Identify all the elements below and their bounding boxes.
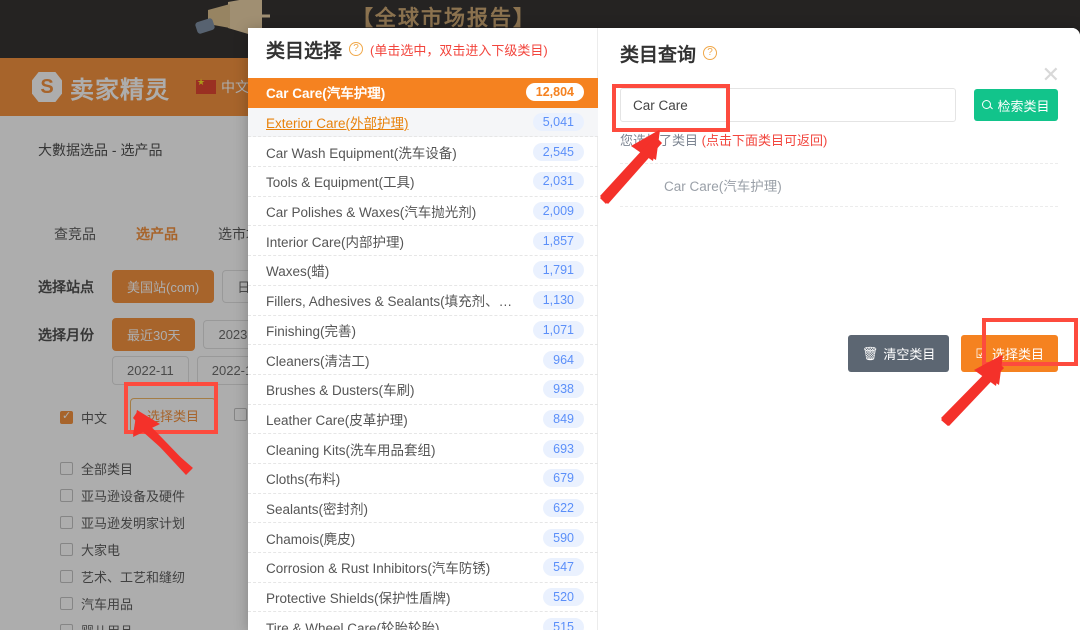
category-count-badge: 1,857: [533, 232, 584, 250]
category-count-badge: 679: [543, 469, 584, 487]
selection-note-prefix: 您选择了类目: [620, 133, 702, 148]
category-count-badge: 515: [543, 618, 584, 630]
category-name: Leather Care(皮革护理): [266, 409, 408, 429]
category-query-pane: 类目查询 ? ✕ 检索类目 您选择了类目 (点击下面类目可返回) Car Car…: [598, 28, 1080, 630]
category-name: Cleaners(清洁工): [266, 350, 370, 370]
category-row[interactable]: Corrosion & Rust Inhibitors(汽车防锈) 547: [248, 553, 598, 583]
category-selector-modal: 类目选择 ? (单击选中，双击进入下级类目) Car Care(汽车护理) 12,…: [248, 28, 1080, 630]
category-count-badge: 1,791: [533, 261, 584, 279]
category-name: Car Care(汽车护理): [266, 82, 385, 102]
list-item[interactable]: Car Care(汽车护理): [620, 163, 1058, 207]
help-icon-query[interactable]: ?: [703, 46, 717, 60]
category-selection-title: 类目选择: [266, 36, 342, 63]
category-search-input[interactable]: [620, 88, 956, 122]
help-icon[interactable]: ?: [349, 42, 363, 56]
checkbox-icon: ☑: [975, 346, 987, 362]
category-query-title: 类目查询: [620, 40, 696, 67]
category-name: Chamois(麂皮): [266, 528, 355, 548]
category-row[interactable]: Car Polishes & Waxes(汽车抛光剂) 2,009: [248, 197, 598, 227]
category-row[interactable]: Brushes & Dusters(车刷) 938: [248, 375, 598, 405]
category-name: Car Polishes & Waxes(汽车抛光剂): [266, 201, 476, 221]
category-name: Tools & Equipment(工具): [266, 171, 415, 191]
category-count-badge: 964: [543, 351, 584, 369]
selection-note: 您选择了类目 (点击下面类目可返回): [598, 122, 1080, 149]
category-count-badge: 938: [543, 380, 584, 398]
category-name: Sealants(密封剂): [266, 498, 368, 518]
clear-button-label: 清空类目: [883, 344, 935, 363]
search-button-label: 检索类目: [997, 96, 1049, 115]
category-selection-hint: (单击选中，双击进入下级类目): [370, 40, 548, 59]
category-name: Cloths(布料): [266, 468, 340, 488]
clear-categories-button[interactable]: 🗑 清空类目: [848, 335, 950, 372]
category-count-badge: 849: [543, 410, 584, 428]
category-list[interactable]: Car Care(汽车护理) 12,804 Exterior Care(外部护理) 5…: [248, 78, 598, 630]
category-name: Corrosion & Rust Inhibitors(汽车防锈): [266, 557, 490, 577]
category-row[interactable]: Chamois(麂皮) 590: [248, 523, 598, 553]
category-row[interactable]: Tools & Equipment(工具) 2,031: [248, 167, 598, 197]
category-count-badge: 2,009: [533, 202, 584, 220]
modal-footer-actions: 🗑 清空类目 ☑ 选择类目: [848, 335, 1058, 372]
category-row[interactable]: Waxes(蜡) 1,791: [248, 256, 598, 286]
category-row[interactable]: Cloths(布料) 679: [248, 464, 598, 494]
category-row[interactable]: Car Care(汽车护理) 12,804: [248, 78, 598, 108]
category-count-badge: 2,545: [533, 143, 584, 161]
category-name: Cleaning Kits(洗车用品套组): [266, 439, 436, 459]
category-count-badge: 590: [543, 529, 584, 547]
category-name: Exterior Care(外部护理): [266, 112, 409, 132]
category-count-badge: 520: [543, 588, 584, 606]
category-name: Brushes & Dusters(车刷): [266, 379, 415, 399]
category-name: Protective Shields(保护性盾牌): [266, 587, 451, 607]
trash-icon: 🗑: [862, 346, 879, 362]
category-row[interactable]: Interior Care(内部护理) 1,857: [248, 226, 598, 256]
category-name: Interior Care(内部护理): [266, 231, 404, 251]
screenshot-root: 【全球市场报告】 S 卖家精灵 中文 ⌄ 首 大數据选品 - 选产品 查竞品 选…: [0, 0, 1080, 630]
confirm-category-button[interactable]: ☑ 选择类目: [961, 335, 1058, 372]
search-row: 检索类目: [598, 78, 1080, 122]
category-query-header: 类目查询 ?: [598, 28, 1080, 78]
category-row[interactable]: Exterior Care(外部护理) 5,041: [248, 108, 598, 138]
category-count-badge: 547: [543, 558, 584, 576]
category-count-badge: 12,804: [526, 83, 584, 101]
category-row[interactable]: Finishing(完善) 1,071: [248, 316, 598, 346]
category-name: Tire & Wheel Care(轮胎轮胎): [266, 617, 440, 630]
category-row[interactable]: Leather Care(皮革护理) 849: [248, 405, 598, 435]
category-row[interactable]: Car Wash Equipment(洗车设备) 2,545: [248, 137, 598, 167]
category-row[interactable]: Tire & Wheel Care(轮胎轮胎) 515: [248, 612, 598, 630]
search-icon: [982, 100, 993, 111]
selection-note-hint: (点击下面类目可返回): [702, 133, 828, 148]
category-name: Waxes(蜡): [266, 260, 329, 280]
category-row[interactable]: Cleaning Kits(洗车用品套组) 693: [248, 434, 598, 464]
category-count-badge: 2,031: [533, 172, 584, 190]
category-count-badge: 1,130: [533, 291, 584, 309]
category-count-badge: 693: [543, 440, 584, 458]
category-row[interactable]: Sealants(密封剂) 622: [248, 494, 598, 524]
category-count-badge: 5,041: [533, 113, 584, 131]
category-row[interactable]: Fillers, Adhesives & Sealants(填充剂、胶粘剂) 1,…: [248, 286, 598, 316]
category-count-badge: 622: [543, 499, 584, 517]
category-selection-pane: 类目选择 ? (单击选中，双击进入下级类目) Car Care(汽车护理) 12,…: [248, 28, 598, 630]
close-icon[interactable]: ✕: [1042, 64, 1060, 86]
category-row[interactable]: Protective Shields(保护性盾牌) 520: [248, 583, 598, 613]
category-count-badge: 1,071: [533, 321, 584, 339]
query-result-list: Car Care(汽车护理): [620, 163, 1058, 207]
category-name: Finishing(完善): [266, 320, 356, 340]
confirm-button-label: 选择类目: [992, 344, 1044, 363]
search-category-button[interactable]: 检索类目: [974, 89, 1058, 121]
category-name: Fillers, Adhesives & Sealants(填充剂、胶粘剂): [266, 290, 523, 310]
category-selection-header: 类目选择 ? (单击选中，双击进入下级类目): [248, 28, 597, 70]
category-name: Car Wash Equipment(洗车设备): [266, 142, 457, 162]
category-row[interactable]: Cleaners(清洁工) 964: [248, 345, 598, 375]
